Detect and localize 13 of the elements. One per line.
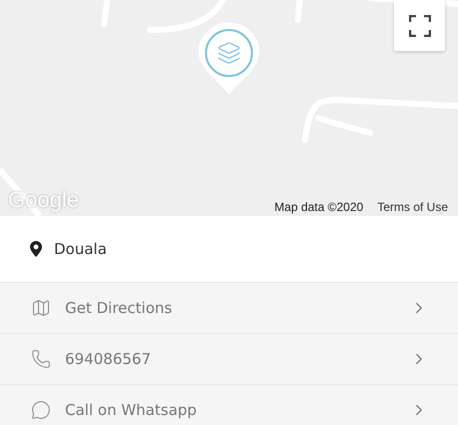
chat-icon: [31, 400, 51, 420]
action-row[interactable]: Get Directions: [0, 282, 458, 333]
action-row[interactable]: Call on Whatsapp: [0, 384, 458, 425]
map-attribution: Map data ©2020: [274, 200, 364, 214]
phone-icon: [31, 349, 51, 369]
fullscreen-button[interactable]: [394, 0, 445, 51]
map-marker-icon[interactable]: [196, 20, 262, 98]
location-pin-icon: [30, 241, 42, 257]
terms-link[interactable]: Terms of Use: [377, 200, 448, 214]
location-name: Douala: [54, 240, 107, 258]
map-icon: [31, 298, 51, 318]
fullscreen-icon: [408, 14, 430, 36]
action-row[interactable]: 694086567: [0, 333, 458, 384]
